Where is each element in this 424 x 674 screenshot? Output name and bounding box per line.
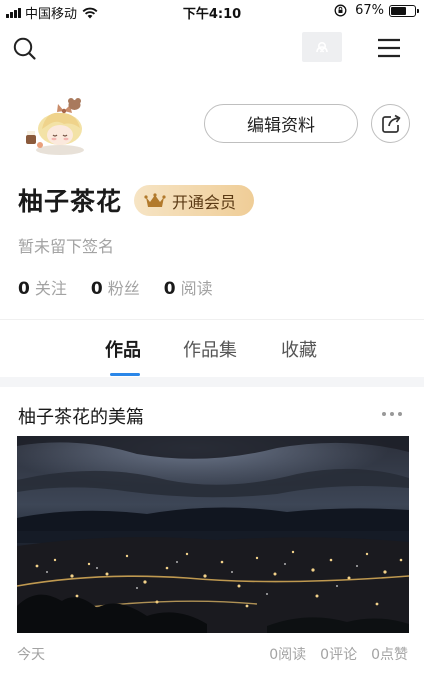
article-metrics: 0阅读 0评论 0点赞 (269, 644, 408, 664)
edit-profile-button[interactable]: 编辑资料 (204, 104, 358, 143)
vip-button[interactable]: 开通会员 (134, 185, 254, 216)
more-options-icon[interactable] (382, 412, 402, 416)
signature: 暂未留下签名 (18, 237, 115, 256)
face-icon (316, 41, 328, 53)
stat-label: 关注 (34, 279, 67, 298)
tab-favorites[interactable]: 收藏 (281, 336, 317, 362)
stat-followers[interactable]: 0 粉丝 (91, 275, 140, 299)
avatar[interactable] (20, 95, 92, 157)
article-cover-image[interactable] (17, 436, 409, 633)
stat-label: 粉丝 (107, 279, 140, 298)
vip-label: 开通会员 (172, 192, 237, 212)
article-reads: 0阅读 (269, 647, 307, 663)
battery-icon (389, 4, 419, 17)
share-icon (381, 114, 400, 133)
stat-reads[interactable]: 0 阅读 (164, 275, 213, 299)
orientation-lock-icon (334, 4, 347, 17)
menu-icon[interactable] (377, 37, 401, 59)
article-likes: 0点赞 (371, 647, 408, 663)
profile-stats: 0 关注 0 粉丝 0 阅读 (18, 275, 237, 299)
section-separator (0, 377, 424, 387)
status-bar: 中国移动 下午4:10 67% (0, 0, 424, 22)
stat-value: 0 (163, 279, 176, 299)
stat-value: 0 (18, 279, 30, 299)
article-title[interactable]: 柚子茶花的美篇 (18, 403, 144, 429)
article-date: 今天 (17, 647, 45, 663)
active-tab-indicator (110, 373, 140, 376)
stat-following[interactable]: 0 关注 (18, 275, 67, 299)
article-comments: 0评论 (320, 647, 358, 663)
battery-percent: 67% (355, 3, 384, 18)
divider (0, 319, 424, 320)
search-icon[interactable] (12, 36, 38, 62)
status-right: 67% (334, 3, 419, 18)
stat-label: 阅读 (180, 279, 213, 298)
tab-collections[interactable]: 作品集 (183, 336, 237, 362)
face-button[interactable] (302, 32, 342, 62)
username: 柚子茶花 (18, 187, 123, 216)
share-button[interactable] (371, 104, 410, 143)
crown-icon (144, 192, 166, 207)
stat-value: 0 (90, 279, 103, 299)
content-tabs: 作品 作品集 收藏 (0, 336, 424, 376)
tab-works[interactable]: 作品 (105, 336, 141, 362)
battery-fill (391, 6, 407, 15)
top-nav (0, 28, 424, 68)
